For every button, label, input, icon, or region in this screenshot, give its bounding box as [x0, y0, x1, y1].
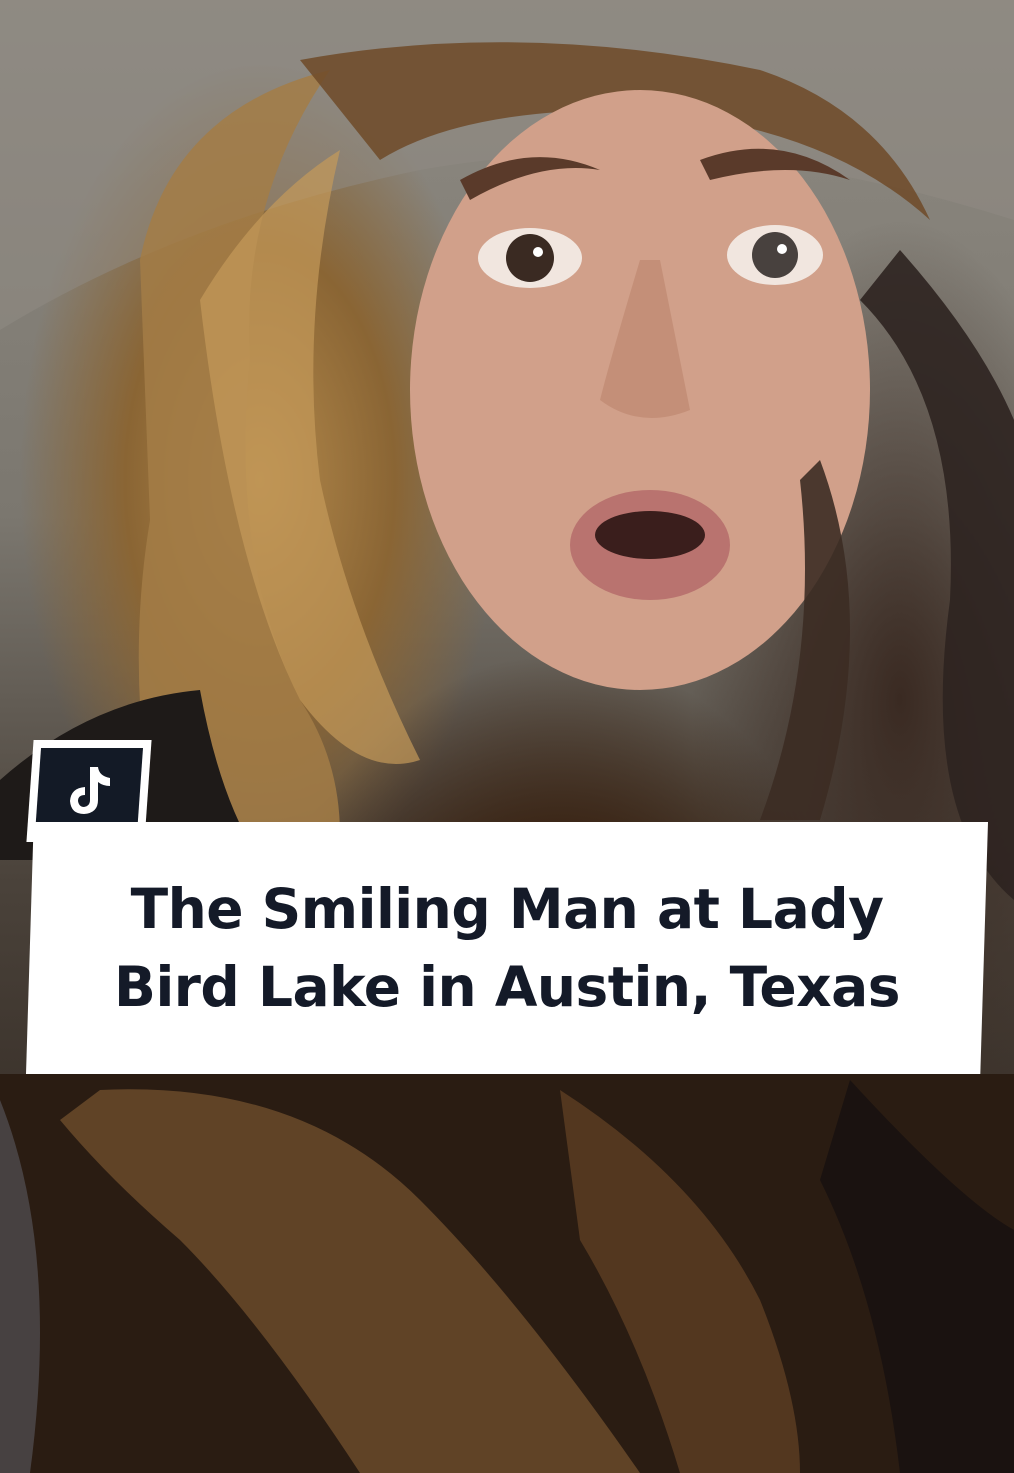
video-frame[interactable]: The Smiling Man at Lady Bird Lake in Aus… [0, 0, 1014, 1473]
caption-line-1: The Smiling Man at Lady [130, 877, 884, 941]
video-caption-banner: The Smiling Man at Lady Bird Lake in Aus… [26, 822, 988, 1074]
caption-line-2: Bird Lake in Austin, Texas [114, 955, 900, 1019]
video-still-image [0, 0, 1014, 1473]
tiktok-logo-icon [70, 767, 110, 814]
tiktok-logo-background [34, 748, 144, 834]
video-caption-text: The Smiling Man at Lady Bird Lake in Aus… [57, 870, 957, 1026]
